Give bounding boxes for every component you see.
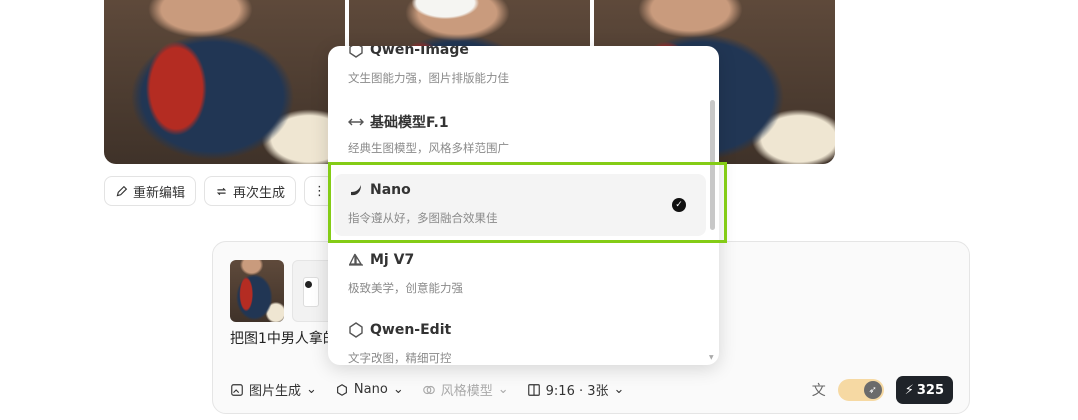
style-icon — [422, 385, 435, 394]
sailboat-icon — [348, 252, 364, 268]
ratio-selector[interactable]: 9:16 · 3张 ⌄ — [527, 380, 625, 399]
style-model-selector[interactable]: 风格模型 ⌄ — [422, 380, 509, 399]
more-icon: ⋮ — [313, 183, 327, 199]
speed-toggle[interactable]: ➶ — [837, 379, 884, 401]
reference-image-1[interactable] — [230, 260, 284, 322]
regenerate-button[interactable]: 再次生成 — [204, 176, 297, 206]
model-option-base-f1[interactable]: 基础模型F.1 经典生图模型，风格多样范围广 — [334, 104, 706, 166]
qwen-icon — [348, 322, 364, 338]
model-option-qwen-image[interactable]: Qwen-Image 文生图能力强，图片排版能力佳 — [334, 46, 706, 96]
scroll-down-icon[interactable]: ▼ — [709, 355, 715, 361]
model-dropdown: Qwen-Image 文生图能力强，图片排版能力佳 基础模型F.1 经典生图模型… — [328, 46, 719, 365]
chevron-down-icon: ⌄ — [613, 382, 625, 397]
check-icon: ✓ — [672, 198, 686, 212]
translate-icon[interactable]: 文 — [812, 380, 826, 400]
rocket-icon: ➶ — [863, 381, 882, 399]
lightning-icon: ⚡ — [904, 382, 914, 398]
base-model-icon — [348, 114, 364, 130]
image-actions: 重新编辑 再次生成 ⋮ — [104, 176, 336, 206]
mode-selector[interactable]: 图片生成 ⌄ — [230, 380, 317, 399]
credits-button[interactable]: ⚡ 325 — [895, 376, 953, 404]
chevron-down-icon: ⌄ — [497, 382, 509, 397]
prompt-input[interactable]: 把图1中男人拿的 — [230, 328, 337, 348]
model-option-mj-v7[interactable]: Mj V7 极致美学，创意能力强 — [334, 244, 706, 306]
model-option-qwen-edit[interactable]: Qwen-Edit 文字改图，精细可控 — [334, 314, 706, 365]
image-icon — [231, 383, 243, 396]
ratio-icon — [527, 383, 540, 396]
banana-icon — [348, 182, 364, 198]
composer-right-tools: 文 ➶ ⚡ 325 — [812, 376, 953, 404]
model-selector[interactable]: Nano ⌄ — [335, 382, 404, 397]
pencil-icon — [116, 185, 128, 196]
generated-image-1[interactable] — [104, 0, 345, 164]
cube-icon — [336, 383, 347, 396]
qwen-icon — [348, 46, 364, 58]
chevron-down-icon: ⌄ — [392, 382, 404, 397]
dropdown-scrollbar[interactable] — [710, 100, 715, 230]
refresh-icon — [216, 187, 227, 195]
composer-toolbar: 图片生成 ⌄ Nano ⌄ 风格模型 ⌄ 9:16 · 3张 ⌄ — [230, 380, 624, 399]
chevron-down-icon: ⌄ — [306, 382, 317, 397]
model-option-nano[interactable]: Nano 指令遵从好，多图融合效果佳 ✓ — [334, 174, 706, 236]
re-edit-button[interactable]: 重新编辑 — [104, 176, 197, 206]
